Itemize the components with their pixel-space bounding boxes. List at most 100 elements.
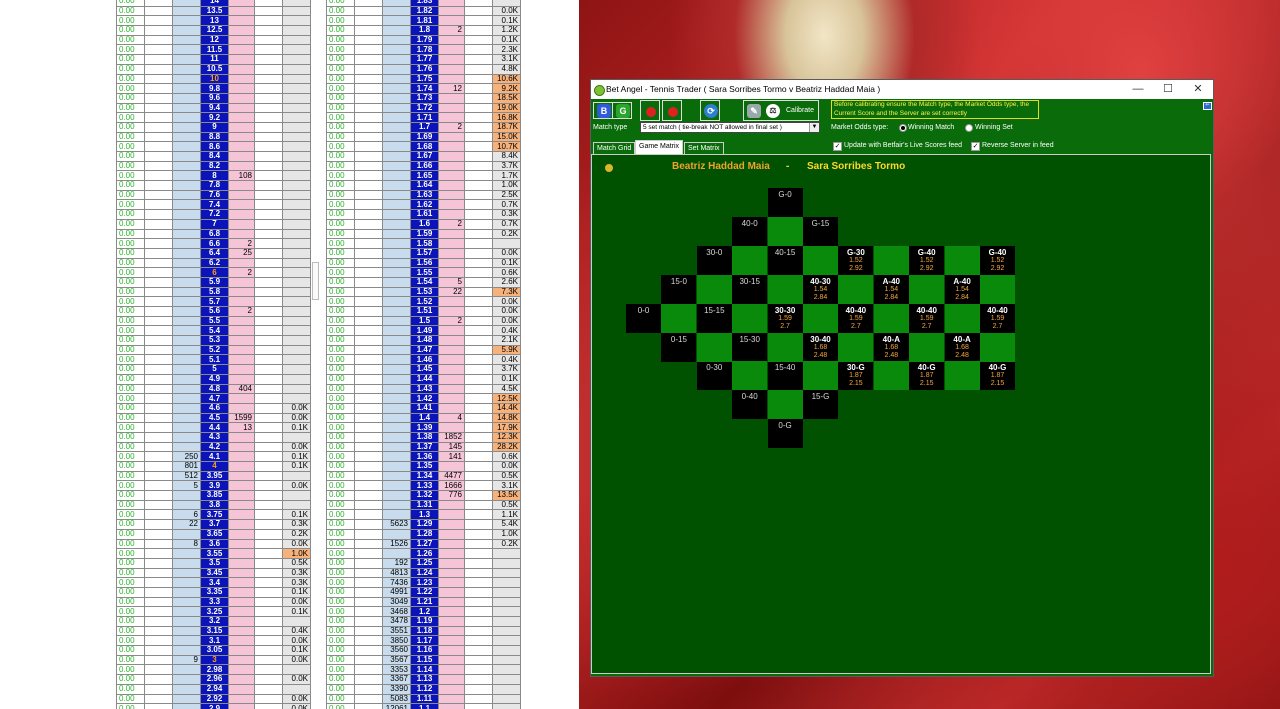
- blank-cell[interactable]: [254, 654, 283, 666]
- odds-cell[interactable]: 1.7: [410, 121, 439, 133]
- traded-volume-cell[interactable]: 0.0K: [492, 247, 521, 259]
- traded-volume-cell[interactable]: [282, 73, 311, 85]
- traded-volume-cell[interactable]: [282, 373, 311, 385]
- ladder-row[interactable]: 0.00 12: [116, 34, 311, 46]
- pl-cell[interactable]: 0.00: [326, 54, 355, 65]
- odds-cell[interactable]: 3.05: [200, 645, 229, 656]
- blank-cell[interactable]: [354, 625, 383, 637]
- lay-volume-cell[interactable]: [382, 402, 411, 414]
- pl-cell[interactable]: 0.00: [326, 364, 355, 375]
- odds-cell[interactable]: 1.41: [410, 402, 439, 414]
- matrix-cell[interactable]: 40-A 1.68 2.48: [873, 332, 909, 362]
- blank-cell[interactable]: [144, 499, 173, 511]
- blank-cell[interactable]: [464, 509, 493, 521]
- blank-cell[interactable]: [354, 325, 383, 337]
- minimize-button[interactable]: —: [1123, 80, 1153, 99]
- blank-cell[interactable]: [254, 112, 283, 123]
- blank-cell[interactable]: [354, 431, 383, 443]
- blank-cell[interactable]: [354, 461, 383, 472]
- odds-cell[interactable]: 1.31: [410, 499, 439, 511]
- pl-cell[interactable]: 0.00: [326, 422, 355, 433]
- ladder-row[interactable]: 0.00 8.6: [116, 141, 311, 152]
- blank-cell[interactable]: [354, 286, 383, 298]
- lay-volume-cell[interactable]: [172, 34, 201, 46]
- back-volume-cell[interactable]: [438, 519, 465, 530]
- blank-cell[interactable]: [254, 422, 283, 433]
- blank-cell[interactable]: [464, 325, 493, 337]
- ladder-row[interactable]: 0.00 5.5: [116, 315, 311, 327]
- pl-cell[interactable]: 0.00: [326, 325, 355, 337]
- ladder-row[interactable]: 0.00 6 3.75 0.1K: [116, 509, 311, 521]
- back-volume-cell[interactable]: [228, 683, 255, 695]
- pl-cell[interactable]: 0.00: [326, 44, 355, 56]
- pl-cell[interactable]: 0.00: [326, 131, 355, 143]
- blank-cell[interactable]: [144, 92, 173, 104]
- ladder-row[interactable]: 0.00 1.35 0.0K: [326, 461, 521, 472]
- traded-volume-cell[interactable]: [282, 112, 311, 123]
- lay-volume-cell[interactable]: [172, 596, 201, 608]
- back-volume-cell[interactable]: [228, 34, 255, 46]
- pl-cell[interactable]: 0.00: [116, 519, 145, 530]
- pl-cell[interactable]: 0.00: [326, 577, 355, 588]
- odds-cell[interactable]: 1.38: [410, 431, 439, 443]
- back-volume-cell[interactable]: [228, 25, 255, 36]
- traded-volume-cell[interactable]: 17.9K: [492, 422, 521, 433]
- lay-volume-cell[interactable]: [382, 247, 411, 259]
- traded-volume-cell[interactable]: [492, 238, 521, 249]
- odds-cell[interactable]: 3.8: [200, 499, 229, 511]
- blank-cell[interactable]: [144, 451, 173, 462]
- lay-volume-cell[interactable]: [172, 577, 201, 588]
- match-type-select[interactable]: 5 set match ( tie-break NOT allowed in f…: [640, 122, 820, 133]
- odds-cell[interactable]: 1.66: [410, 160, 439, 172]
- blank-cell[interactable]: [254, 509, 283, 521]
- pl-cell[interactable]: 0.00: [116, 577, 145, 588]
- traded-volume-cell[interactable]: 2.6K: [492, 276, 521, 288]
- odds-cell[interactable]: 8.2: [200, 160, 229, 172]
- odds-cell[interactable]: 1.26: [410, 548, 439, 559]
- odds-cell[interactable]: 1.4: [410, 412, 439, 424]
- blank-cell[interactable]: [464, 335, 493, 346]
- blank-cell[interactable]: [144, 63, 173, 75]
- blank-cell[interactable]: [254, 402, 283, 414]
- odds-cell[interactable]: 6: [200, 267, 229, 278]
- lay-volume-cell[interactable]: [172, 228, 201, 240]
- blank-cell[interactable]: [254, 170, 283, 182]
- pl-cell[interactable]: 0.00: [116, 422, 145, 433]
- ladder-row[interactable]: 0.00 5623 1.29 5.4K: [326, 519, 521, 530]
- blank-cell[interactable]: [464, 170, 493, 182]
- lay-volume-cell[interactable]: [382, 286, 411, 298]
- lay-volume-cell[interactable]: [382, 63, 411, 75]
- pl-cell[interactable]: 0.00: [116, 451, 145, 462]
- blank-cell[interactable]: [144, 131, 173, 143]
- lay-volume-cell[interactable]: [172, 383, 201, 395]
- ladder-row[interactable]: 0.00 5.6 2: [116, 306, 311, 317]
- lay-volume-cell[interactable]: [382, 267, 411, 278]
- pl-cell[interactable]: 0.00: [326, 257, 355, 269]
- matrix-cell[interactable]: G-40 1.52 2.92: [980, 245, 1015, 275]
- traded-volume-cell[interactable]: [282, 344, 311, 356]
- ladder-row[interactable]: 0.00 3049 1.21: [326, 596, 521, 608]
- blank-cell[interactable]: [464, 412, 493, 424]
- back-volume-cell[interactable]: [438, 92, 465, 104]
- lay-volume-cell[interactable]: [172, 490, 201, 501]
- lay-volume-cell[interactable]: [382, 151, 411, 162]
- traded-volume-cell[interactable]: 9.2K: [492, 83, 521, 94]
- pl-cell[interactable]: 0.00: [116, 34, 145, 46]
- back-volume-cell[interactable]: 2: [228, 238, 255, 249]
- blank-cell[interactable]: [464, 596, 493, 608]
- pl-cell[interactable]: 0.00: [326, 586, 355, 598]
- matrix-cell[interactable]: 15-30: [732, 332, 768, 362]
- pl-cell[interactable]: 0.00: [116, 674, 145, 685]
- traded-volume-cell[interactable]: 4.5K: [492, 383, 521, 395]
- odds-cell[interactable]: 3.3: [200, 596, 229, 608]
- lay-volume-cell[interactable]: [382, 209, 411, 220]
- blank-cell[interactable]: [464, 557, 493, 569]
- back-volume-cell[interactable]: [438, 15, 465, 27]
- odds-cell[interactable]: 5: [200, 364, 229, 375]
- blank-cell[interactable]: [144, 528, 173, 540]
- ladder-row[interactable]: 0.00 1.57 0.0K: [326, 247, 521, 259]
- odds-cell[interactable]: 5.9: [200, 276, 229, 288]
- lay-volume-cell[interactable]: 7436: [382, 577, 411, 588]
- pl-cell[interactable]: 0.00: [116, 170, 145, 182]
- matrix-cell[interactable]: 0-30: [696, 361, 732, 391]
